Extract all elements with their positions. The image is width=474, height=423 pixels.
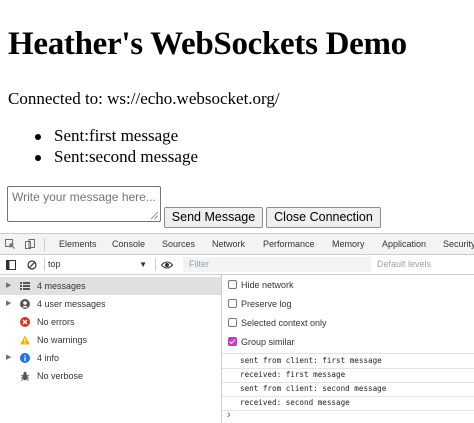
expand-arrow-icon[interactable]: ▶ — [6, 295, 11, 313]
divider — [222, 410, 474, 411]
checkbox-checked[interactable] — [228, 337, 237, 346]
console-message-text: sent from client: first message — [240, 356, 382, 365]
devtools-tabbar: Elements Console Sources Network Perform… — [0, 233, 474, 257]
toolbar-divider — [155, 258, 156, 271]
toolbar-divider — [44, 258, 45, 271]
filter-input[interactable]: Filter — [183, 257, 371, 272]
setting-label: Preserve log — [241, 299, 292, 309]
list-icon — [20, 282, 30, 290]
console-sidebar: ▶ 4 messages ▶ 4 user messages No errors — [0, 275, 222, 423]
tab-network[interactable]: Network — [212, 234, 245, 255]
inspect-icon[interactable] — [5, 239, 15, 249]
sent-messages-list: Sent:first message Sent:second message — [32, 126, 198, 168]
setting-label: Hide network — [241, 280, 294, 290]
checkbox[interactable] — [228, 318, 237, 327]
tab-application[interactable]: Application — [382, 234, 426, 255]
setting-group-similar[interactable]: Group similar — [222, 333, 474, 352]
console-message-text: received: first message — [240, 370, 346, 379]
tab-memory[interactable]: Memory — [332, 234, 365, 255]
tab-security[interactable]: Security — [443, 234, 474, 255]
sidebar-item-label: 4 user messages — [37, 299, 106, 309]
setting-hide-network[interactable]: Hide network — [222, 276, 474, 295]
info-icon — [20, 353, 30, 363]
sidebar-item-label: No warnings — [37, 335, 88, 345]
context-selector[interactable]: top ▼ — [48, 258, 149, 271]
sidebar-item-verbose[interactable]: No verbose — [0, 367, 221, 385]
close-connection-button[interactable]: Close Connection — [266, 207, 381, 228]
tab-performance[interactable]: Performance — [263, 234, 315, 255]
sidebar-item-warnings[interactable]: No warnings — [0, 331, 221, 349]
setting-selected-context-only[interactable]: Selected context only — [222, 314, 474, 333]
setting-label: Group similar — [241, 337, 295, 347]
send-message-button[interactable]: Send Message — [164, 207, 263, 228]
demo-page: Heather's WebSockets Demo Connected to: … — [0, 0, 474, 233]
tab-console[interactable]: Console — [106, 234, 152, 257]
sidebar-item-label: 4 info — [37, 353, 60, 363]
log-levels-dropdown[interactable]: Default levels — [377, 258, 431, 271]
eye-icon[interactable] — [161, 260, 173, 270]
user-icon — [20, 299, 30, 309]
setting-preserve-log[interactable]: Preserve log — [222, 295, 474, 314]
sidebar-toggle-icon[interactable] — [6, 260, 16, 270]
devtools-panel: Elements Console Sources Network Perform… — [0, 233, 474, 423]
dropdown-arrow-icon: ▼ — [139, 260, 147, 269]
textarea-placeholder: Write your message here... — [12, 190, 156, 204]
console-prompt[interactable]: › — [227, 409, 231, 421]
message-textarea[interactable]: Write your message here... — [7, 186, 161, 222]
sidebar-item-label: No errors — [37, 317, 75, 327]
expand-arrow-icon[interactable]: ▶ — [6, 277, 11, 295]
device-toggle-icon[interactable] — [25, 239, 35, 249]
tab-sources[interactable]: Sources — [162, 234, 195, 255]
console-message: received: first message — [222, 368, 474, 382]
console-message: sent from client: first message — [222, 354, 474, 368]
warning-icon — [20, 335, 30, 345]
sidebar-item-label: 4 messages — [37, 281, 86, 291]
sidebar-item-errors[interactable]: No errors — [0, 313, 221, 331]
context-value: top — [48, 259, 61, 269]
sidebar-item-user-messages[interactable]: ▶ 4 user messages — [0, 295, 221, 313]
setting-label: Selected context only — [241, 318, 327, 328]
console-message-text: received: second message — [240, 398, 350, 407]
checkbox[interactable] — [228, 299, 237, 308]
list-item: Sent:second message — [32, 147, 198, 168]
error-icon — [20, 317, 30, 327]
sidebar-item-info[interactable]: ▶ 4 info — [0, 349, 221, 367]
expand-arrow-icon[interactable]: ▶ — [6, 349, 11, 367]
connection-status: Connected to: ws://echo.websocket.org/ — [8, 89, 280, 108]
tab-elements[interactable]: Elements — [59, 234, 97, 255]
console-message: received: second message — [222, 396, 474, 410]
checkbox[interactable] — [228, 280, 237, 289]
resize-grip-icon[interactable] — [151, 212, 158, 219]
console-toolbar: top ▼ Filter Default levels — [0, 255, 474, 275]
console-message-text: sent from client: second message — [240, 384, 387, 393]
list-item: Sent:first message — [32, 126, 198, 147]
bug-icon — [20, 371, 30, 381]
sidebar-item-label: No verbose — [37, 371, 84, 381]
clear-console-icon[interactable] — [27, 260, 37, 270]
toolbar-divider — [44, 238, 45, 251]
console-message: sent from client: second message — [222, 382, 474, 396]
sidebar-item-messages[interactable]: ▶ 4 messages — [0, 277, 221, 295]
console-settings-and-output: Hide network Preserve log Selected conte… — [222, 275, 474, 423]
page-title: Heather's WebSockets Demo — [8, 26, 407, 62]
